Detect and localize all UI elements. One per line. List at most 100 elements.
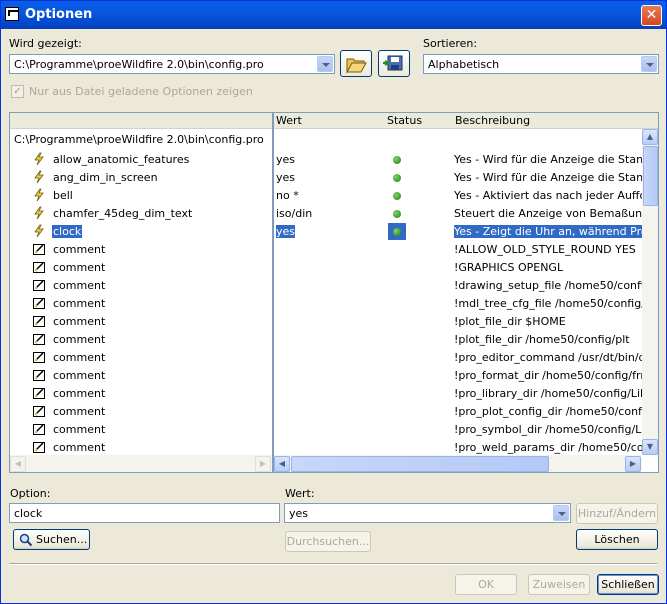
shown-file-value: C:\Programme\proeWildfire 2.0\bin\config…: [14, 58, 264, 71]
app-icon: [5, 7, 19, 21]
tree-horizontal-scrollbar[interactable]: ◀ ▶: [10, 455, 272, 472]
save-file-button[interactable]: [378, 50, 410, 77]
description-cell: !pro_symbol_dir /home50/config/Library: [454, 423, 642, 436]
save-disk-icon: [383, 55, 403, 71]
search-button-label: Suchen...: [36, 533, 88, 546]
scroll-left-icon[interactable]: ◀: [10, 456, 26, 472]
scroll-right-icon[interactable]: ▶: [625, 456, 641, 472]
tree-row-label: allow_anatomic_features: [53, 153, 190, 166]
shown-file-select[interactable]: C:\Programme\proeWildfire 2.0\bin\config…: [9, 54, 335, 74]
close-button[interactable]: Schließen: [597, 574, 659, 595]
description-cell: !plot_file_dir /home50/config/plt: [454, 333, 630, 346]
value-row[interactable]: yes Yes - Wird für die Anzeige die Standa…: [274, 151, 642, 169]
description-cell: !pro_weld_params_dir /home50/config/: [454, 441, 642, 454]
description-cell: !ALLOW_OLD_STYLE_ROUND YES: [454, 243, 636, 256]
column-header-value[interactable]: Wert: [276, 114, 302, 127]
value-row[interactable]: no * Yes - Aktiviert das nach jeder Auffo…: [274, 187, 642, 205]
status-ok-icon: [388, 205, 406, 222]
lightning-icon: [32, 152, 46, 166]
description-cell: !pro_editor_command /usr/dt/bin/dtpad: [454, 351, 642, 364]
value-row[interactable]: yes Yes - Wird für die Anzeige die Standa…: [274, 169, 642, 187]
note-icon: [32, 242, 46, 256]
status-dot: [393, 228, 401, 236]
add-change-button[interactable]: Hinzuf/Ändern: [576, 503, 658, 524]
option-value-cell: yes: [276, 153, 296, 166]
value-label: Wert:: [285, 487, 315, 500]
tree-row-label: comment: [53, 333, 106, 346]
note-icon: [32, 440, 46, 454]
option-value-cell: iso/din: [276, 207, 313, 220]
column-header-description[interactable]: Beschreibung: [455, 114, 530, 127]
option-input-value: clock: [14, 507, 43, 520]
footer-divider: [9, 563, 657, 565]
value-row[interactable]: !drawing_setup_file /home50/config/dt: [274, 277, 642, 295]
tree-row-label: comment: [53, 243, 106, 256]
value-row[interactable]: !pro_library_dir /home50/config/Library: [274, 385, 642, 403]
values-header: Wert Status Beschreibung: [274, 113, 658, 129]
scroll-right-icon[interactable]: ▶: [255, 456, 271, 472]
open-folder-button[interactable]: [340, 50, 372, 77]
tree-row-label: comment: [53, 423, 106, 436]
value-row[interactable]: !mdl_tree_cfg_file /home50/config/tree: [274, 295, 642, 313]
value-row[interactable]: !plot_file_dir /home50/config/plt: [274, 331, 642, 349]
value-row[interactable]: !pro_plot_config_dir /home50/config/pc: [274, 403, 642, 421]
options-dialog: Optionen ✕ Wird gezeigt: C:\Programme\pr…: [0, 0, 667, 604]
ok-button[interactable]: OK: [455, 574, 517, 595]
lightning-icon: [32, 170, 46, 184]
note-icon: [32, 332, 46, 346]
window-title: Optionen: [25, 7, 93, 22]
chevron-down-icon[interactable]: [317, 56, 333, 72]
value-row[interactable]: !pro_symbol_dir /home50/config/Library: [274, 421, 642, 439]
value-row[interactable]: !ALLOW_OLD_STYLE_ROUND YES: [274, 241, 642, 259]
scroll-up-icon[interactable]: ▲: [642, 129, 658, 145]
sort-label: Sortieren:: [423, 37, 478, 50]
column-header-status[interactable]: Status: [387, 114, 422, 127]
browse-button[interactable]: Durchsuchen...: [285, 531, 371, 552]
value-select[interactable]: yes: [284, 503, 571, 523]
note-icon: [32, 260, 46, 274]
tree-row-label: comment: [53, 297, 106, 310]
value-row[interactable]: !plot_file_dir $HOME: [274, 313, 642, 331]
tree-row-label: comment: [53, 315, 106, 328]
chevron-down-icon[interactable]: [553, 505, 569, 521]
only-loaded-checkbox[interactable]: ✓: [11, 85, 24, 98]
option-input[interactable]: clock: [9, 503, 280, 523]
scroll-down-icon[interactable]: ▼: [642, 439, 658, 455]
value-row[interactable]: iso/din Steuert die Anzeige von Bemaßungs…: [274, 205, 642, 223]
description-cell: Steuert die Anzeige von Bemaßungstex: [454, 207, 642, 220]
tree-root-label[interactable]: C:\Programme\proeWildfire 2.0\bin\config…: [14, 133, 264, 151]
description-cell: Yes - Wird für die Anzeige die Standard: [454, 171, 642, 184]
values-vertical-scrollbar[interactable]: ▲ ▼: [642, 129, 658, 455]
delete-button[interactable]: Löschen: [576, 529, 658, 550]
values-horizontal-scrollbar[interactable]: ◀ ▶: [274, 455, 642, 472]
option-tree-pane[interactable]: C:\Programme\proeWildfire 2.0\bin\config…: [9, 112, 273, 473]
chevron-down-icon[interactable]: [641, 56, 657, 72]
description-cell: !drawing_setup_file /home50/config/dt: [454, 279, 642, 292]
note-icon: [32, 350, 46, 364]
option-values-pane[interactable]: Wert Status Beschreibung yes Yes - Wird f…: [273, 112, 659, 473]
vertical-scroll-thumb[interactable]: [643, 146, 658, 206]
description-cell: !pro_format_dir /home50/config/frm/: [454, 369, 642, 382]
sort-select[interactable]: Alphabetisch: [423, 54, 659, 74]
status-dot: [393, 192, 401, 200]
value-row[interactable]: !pro_format_dir /home50/config/frm/: [274, 367, 642, 385]
title-bar[interactable]: Optionen ✕: [1, 1, 666, 29]
close-window-button[interactable]: ✕: [641, 5, 662, 26]
note-icon: [32, 296, 46, 310]
tree-row-label: comment: [53, 279, 106, 292]
status-ok-icon: [388, 169, 406, 186]
description-cell: !pro_library_dir /home50/config/Library: [454, 387, 642, 400]
scroll-left-icon[interactable]: ◀: [274, 456, 290, 472]
lightning-icon: [32, 206, 46, 220]
value-row[interactable]: !GRAPHICS OPENGL: [274, 259, 642, 277]
horizontal-scroll-thumb[interactable]: [291, 456, 549, 472]
description-cell: !mdl_tree_cfg_file /home50/config/tree: [454, 297, 642, 310]
status-ok-icon: [388, 151, 406, 168]
note-icon: [32, 314, 46, 328]
value-row[interactable]: !pro_editor_command /usr/dt/bin/dtpad: [274, 349, 642, 367]
description-cell: Yes - Zeigt die Uhr an, während Pro/EN: [454, 225, 642, 238]
search-button[interactable]: Suchen...: [13, 529, 90, 550]
apply-button[interactable]: Zuweisen: [528, 574, 590, 595]
value-row[interactable]: yes Yes - Zeigt die Uhr an, während Pro/E…: [274, 223, 642, 241]
description-cell: !plot_file_dir $HOME: [454, 315, 566, 328]
